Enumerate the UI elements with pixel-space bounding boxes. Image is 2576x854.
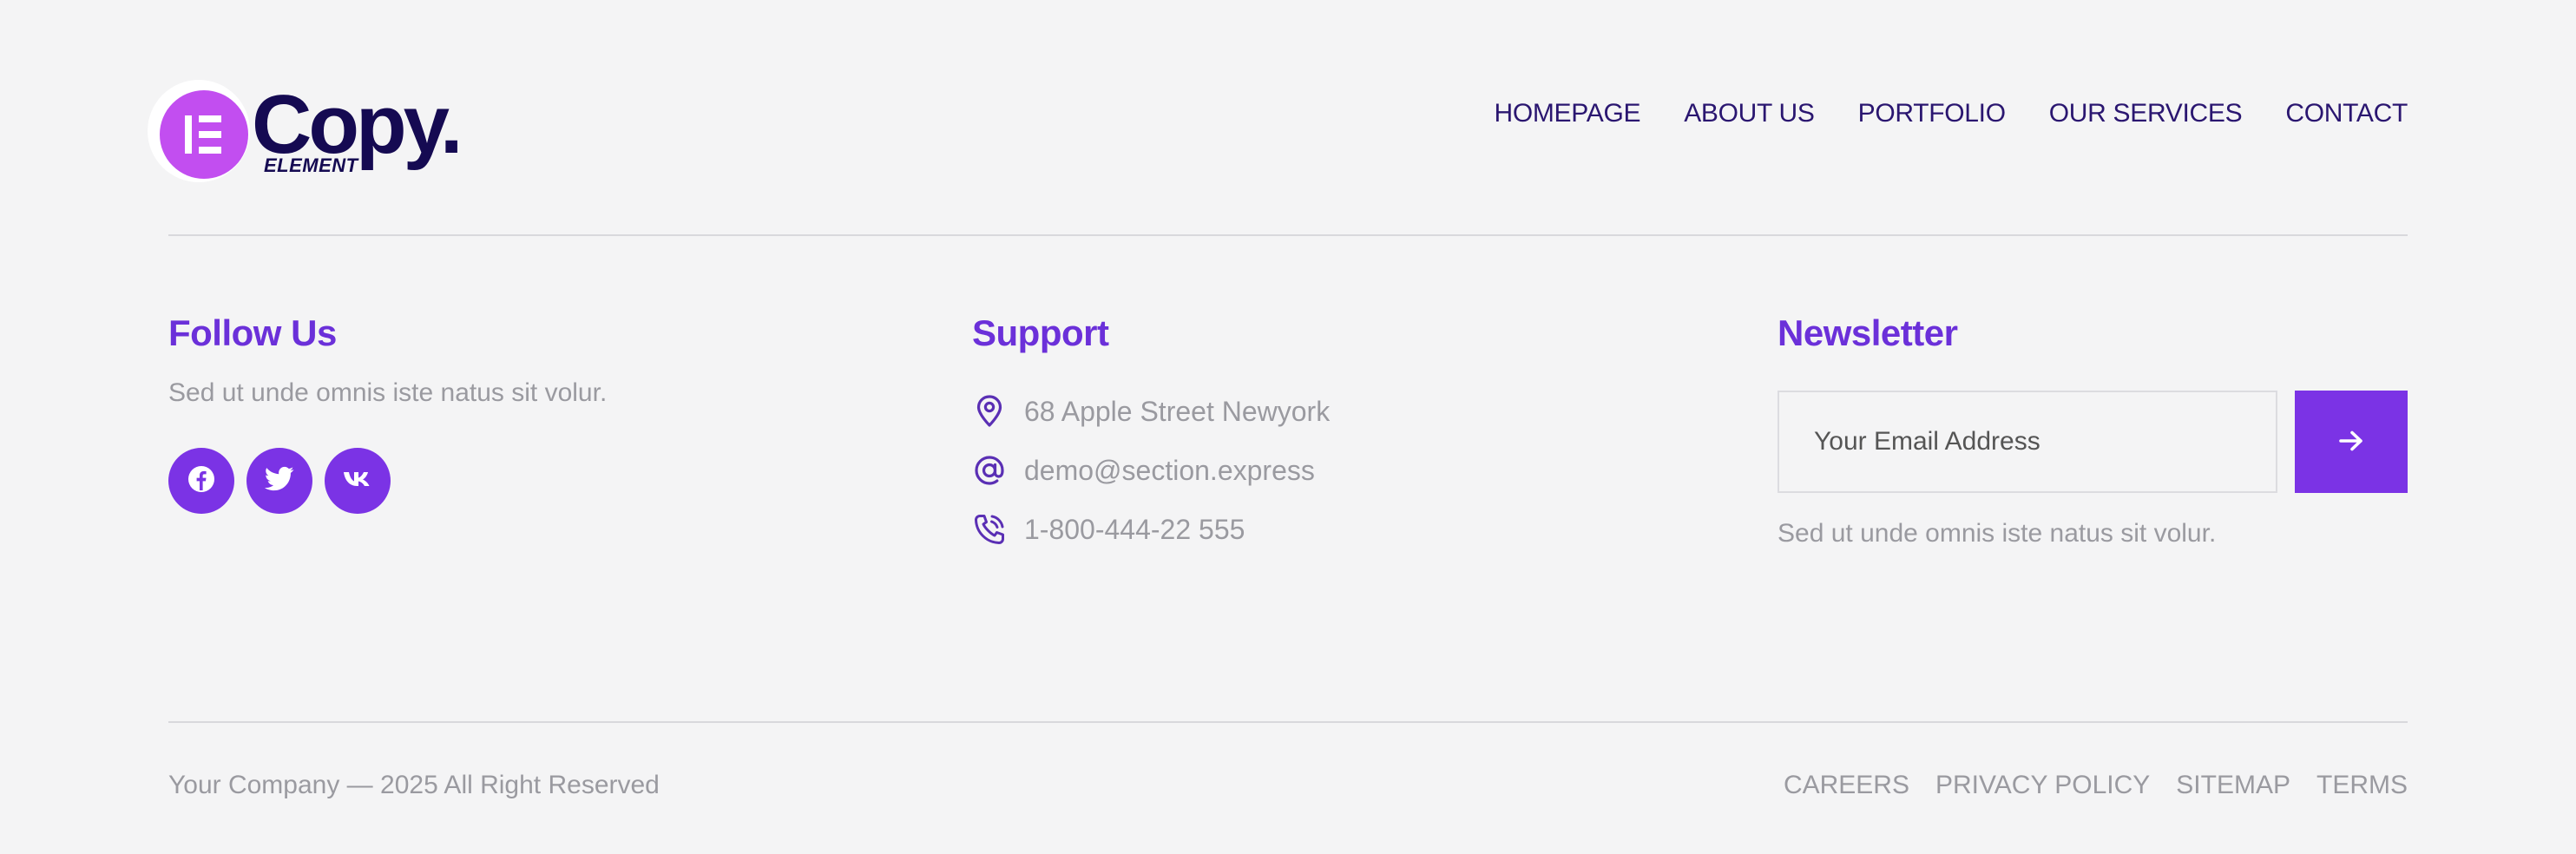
newsletter-form: [1778, 391, 2408, 493]
header-divider: [168, 234, 2408, 236]
follow-us-title: Follow Us: [168, 312, 337, 353]
legal-links: CAREERS PRIVACY POLICY SITEMAP TERMS: [1784, 771, 2408, 800]
support-address-text: 68 Apple Street Newyork: [1024, 395, 1331, 427]
footer-page: Copy. ELEMENT HOMEPAGE ABOUT US PORTFOLI…: [0, 0, 2576, 854]
nav-item-portfolio[interactable]: PORTFOLIO: [1858, 99, 2006, 128]
newsletter-email-input[interactable]: [1778, 391, 2277, 493]
newsletter-submit-button[interactable]: [2295, 391, 2408, 493]
support-phone-text: 1-800-444-22 555: [1024, 513, 1245, 545]
at-sign-icon: [972, 453, 1007, 488]
follow-us-section: Follow Us Sed ut unde omnis iste natus s…: [168, 312, 607, 514]
location-pin-icon: [972, 394, 1007, 429]
support-phone[interactable]: 1-800-444-22 555: [972, 500, 1330, 559]
support-email[interactable]: demo@section.express: [972, 441, 1330, 500]
newsletter-section: Newsletter Sed ut unde omnis iste natus …: [1778, 312, 2408, 549]
vk-button[interactable]: [325, 448, 391, 514]
footer-link-careers[interactable]: CAREERS: [1784, 771, 1909, 800]
support-address: 68 Apple Street Newyork: [972, 382, 1330, 441]
footer-link-privacy-policy[interactable]: PRIVACY POLICY: [1935, 771, 2150, 800]
social-links: [168, 448, 607, 514]
twitter-icon: [265, 466, 294, 496]
main-nav: HOMEPAGE ABOUT US PORTFOLIO OUR SERVICES…: [1494, 99, 2408, 128]
arrow-right-icon: [2338, 430, 2364, 455]
vk-icon: [342, 470, 373, 493]
copyright-text: Your Company — 2025 All Right Reserved: [168, 771, 660, 799]
nav-item-about-us[interactable]: ABOUT US: [1684, 99, 1815, 128]
phone-icon: [972, 512, 1007, 547]
twitter-button[interactable]: [246, 448, 312, 514]
brand-subtitle: ELEMENT: [264, 154, 358, 176]
support-title: Support: [972, 312, 1109, 353]
facebook-button[interactable]: [168, 448, 234, 514]
support-section: Support 68 Apple Street Newyork demo@sec…: [972, 312, 1330, 559]
footer-link-terms[interactable]: TERMS: [2316, 771, 2408, 800]
support-list: 68 Apple Street Newyork demo@section.exp…: [972, 382, 1330, 559]
support-email-text: demo@section.express: [1024, 454, 1315, 486]
brand-logo[interactable]: Copy. ELEMENT: [148, 80, 495, 184]
footer-link-sitemap[interactable]: SITEMAP: [2176, 771, 2290, 800]
nav-item-contact[interactable]: CONTACT: [2285, 99, 2408, 128]
elementor-badge-icon: [160, 90, 248, 179]
newsletter-title: Newsletter: [1778, 312, 1958, 353]
footer-divider: [168, 721, 2408, 723]
nav-item-our-services[interactable]: OUR SERVICES: [2049, 99, 2243, 128]
facebook-icon: [187, 464, 216, 498]
follow-us-text: Sed ut unde omnis iste natus sit volur.: [168, 378, 608, 407]
nav-item-homepage[interactable]: HOMEPAGE: [1494, 99, 1640, 128]
newsletter-text: Sed ut unde omnis iste natus sit volur.: [1778, 519, 2217, 548]
